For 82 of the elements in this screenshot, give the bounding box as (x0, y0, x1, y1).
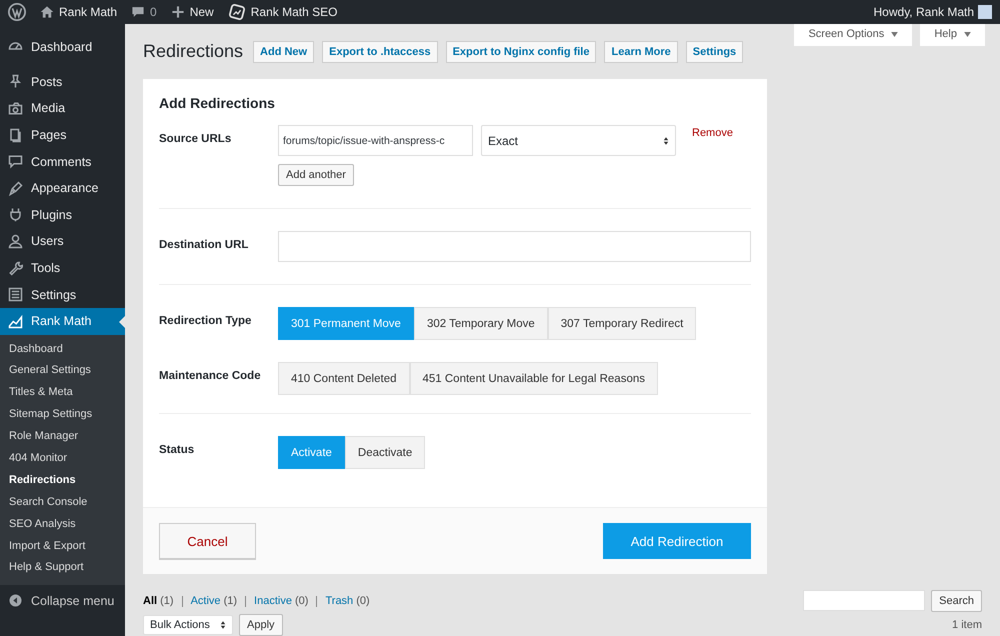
dropdown-triangle-icon (891, 32, 898, 37)
screen-options-button[interactable]: Screen Options (794, 24, 912, 46)
wrench-icon (8, 260, 23, 276)
comments-link[interactable]: 0 (131, 5, 157, 19)
filter-link[interactable]: Trash (0) (325, 595, 370, 607)
menu-item[interactable]: Settings (0, 281, 125, 308)
bulk-actions-select[interactable]: Bulk Actions (143, 615, 233, 635)
home-icon (40, 5, 54, 19)
plus-icon (170, 5, 185, 19)
item-count: 1 item (952, 619, 982, 631)
submenu-item[interactable]: Role Manager (0, 426, 125, 448)
paintbrush-icon (8, 180, 23, 196)
field-label: Destination URL (159, 238, 250, 253)
filter-link[interactable]: Active (1) (190, 595, 238, 607)
dropdown-triangle-icon (964, 32, 971, 37)
menu-item[interactable]: Users (0, 228, 125, 255)
up-down-arrows-icon (663, 136, 669, 146)
remove-link[interactable]: Remove (692, 127, 733, 139)
page-title: Redirections (143, 41, 244, 62)
pages-icon (8, 128, 23, 143)
account-link[interactable]: Howdy, Rank Math (874, 5, 974, 19)
search-field[interactable] (803, 590, 926, 611)
maintenance-code-option[interactable]: 410 Content Deleted (278, 362, 410, 395)
badge-icon (228, 3, 246, 21)
menu-item[interactable]: Appearance (0, 174, 125, 202)
site-link[interactable]: Rank Math (40, 5, 118, 19)
status-option[interactable]: Deactivate (344, 436, 426, 469)
redirection-type-option[interactable]: 302 Temporary Move (414, 307, 548, 340)
plugin-link[interactable]: Rank Math SEO (228, 3, 338, 21)
filter-link[interactable]: Inactive (0) (254, 595, 308, 607)
pushpin-icon (8, 74, 23, 90)
field-label: Status (159, 443, 196, 458)
left-arrow-circle-icon (8, 593, 23, 608)
page-action-button[interactable]: Export to .htaccess (322, 40, 438, 62)
chart-icon (8, 314, 23, 329)
camera-icon (8, 100, 23, 116)
menu-item[interactable]: Tools (0, 254, 125, 282)
destination-url-field[interactable] (278, 231, 751, 262)
wordpress-logo-icon[interactable] (8, 3, 26, 21)
redirection-type-option[interactable]: 307 Temporary Redirect (548, 307, 696, 340)
submenu-item[interactable]: 404 Monitor (0, 448, 125, 470)
source-url-field[interactable]: forums/topic/issue-with-anspress-c (278, 125, 473, 156)
page-action-button[interactable]: Settings (686, 40, 744, 62)
plug-icon (8, 207, 23, 222)
submenu-item[interactable]: Import & Export (0, 536, 125, 558)
up-down-arrows-icon (220, 620, 226, 630)
filter-link[interactable]: All (1) (143, 595, 174, 607)
menu-item[interactable]: Pages (0, 122, 125, 148)
avatar (978, 5, 992, 19)
menu-item[interactable]: Media (0, 95, 125, 122)
user-icon (8, 234, 23, 249)
menu-item[interactable]: Plugins (0, 202, 125, 228)
new-link[interactable]: New (170, 5, 214, 19)
submenu-item[interactable]: Help & Support (0, 557, 125, 580)
submenu-item[interactable]: Dashboard (0, 338, 125, 360)
field-label: Maintenance Code (159, 369, 262, 384)
apply-button[interactable]: Apply (239, 614, 283, 636)
submenu-item[interactable]: Titles & Meta (0, 382, 125, 404)
submenu-item[interactable]: SEO Analysis (0, 514, 125, 536)
match-type-select[interactable]: Exact (481, 125, 676, 156)
page-action-button[interactable]: Add New (253, 40, 314, 62)
cancel-button[interactable]: Cancel (159, 523, 256, 559)
speech-bubble-icon (131, 5, 146, 19)
page-action-button[interactable]: Learn More (604, 40, 678, 62)
submenu-item[interactable]: General Settings (0, 360, 125, 382)
submenu-item[interactable]: Redirections (0, 470, 125, 492)
menu-item[interactable]: Rank Math (0, 308, 125, 335)
help-button[interactable]: Help (920, 24, 985, 46)
search-button[interactable]: Search (931, 590, 982, 612)
form-title: Add Redirections (158, 94, 276, 113)
submenu-item[interactable]: Sitemap Settings (0, 404, 125, 426)
add-another-button[interactable]: Add another (278, 164, 354, 186)
maintenance-code-option[interactable]: 451 Content Unavailable for Legal Reasons (410, 362, 658, 395)
submenu-item[interactable]: Search Console (0, 492, 125, 514)
speech-bubble-icon (8, 154, 23, 170)
menu-item[interactable]: Dashboard (0, 34, 125, 61)
collapse-menu-button[interactable]: Collapse menu (0, 587, 125, 614)
field-label: Source URLs (159, 132, 232, 147)
menu-item[interactable]: Posts (0, 68, 125, 96)
menu-item[interactable]: Comments (0, 148, 125, 175)
page-action-button[interactable]: Export to Nginx config file (446, 40, 596, 62)
field-label: Redirection Type (159, 314, 252, 329)
